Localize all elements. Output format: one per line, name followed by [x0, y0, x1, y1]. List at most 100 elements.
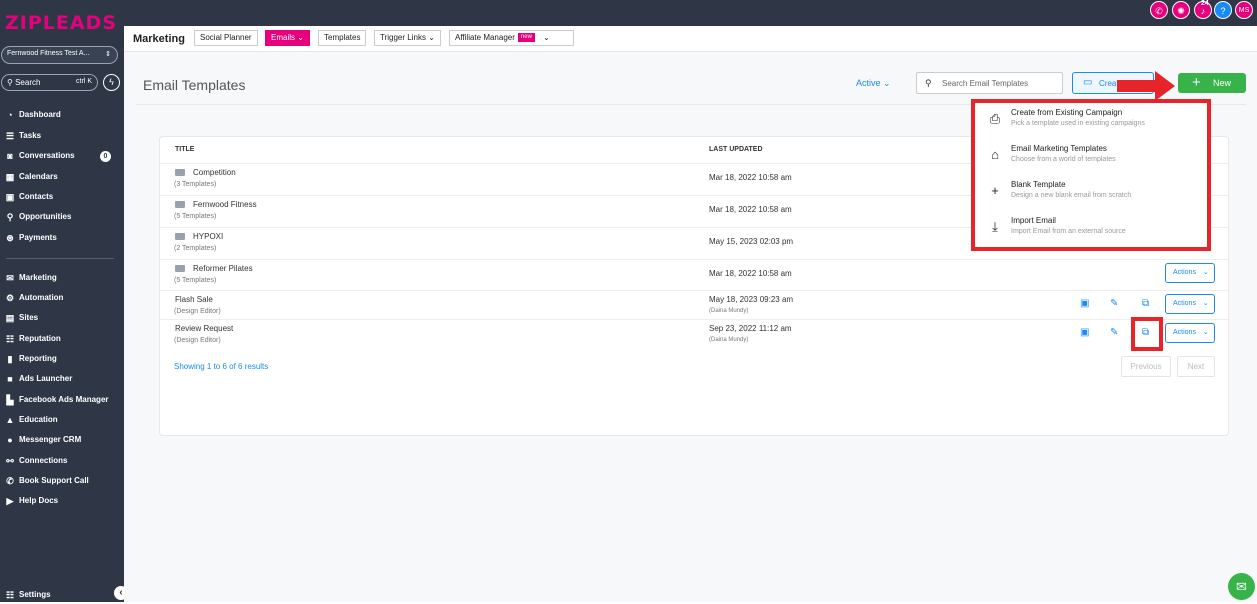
last-updated-date: May 15, 2023 02:03 pm — [709, 237, 794, 246]
megaphone-icon[interactable]: ✺ — [1172, 1, 1190, 19]
sidebar-item-help-docs[interactable]: ▶ Help Docs — [0, 492, 124, 510]
chevron-down-icon: ⌄ — [428, 33, 435, 42]
sidebar-item-payments[interactable]: ⊛ Payments — [0, 229, 124, 247]
preview-icon[interactable]: ▣ — [1080, 327, 1089, 338]
search-input[interactable]: ⚲ Search Email Templates — [916, 72, 1063, 94]
table-row[interactable] — [160, 259, 1228, 290]
automation-icon: ⚙ — [5, 293, 15, 303]
sidebar-item-connections[interactable]: ⚯ Connections — [0, 452, 124, 470]
sidebar-item-book-support-call[interactable]: ✆ Book Support Call — [0, 472, 124, 490]
sidebar-item-sites[interactable]: ▤ Sites — [0, 309, 124, 327]
template-name[interactable]: Fernwood Fitness — [175, 200, 257, 209]
template-name[interactable]: Flash Sale — [175, 295, 213, 304]
folder-icon — [175, 265, 185, 273]
menu-item-create-from-existing-campaign[interactable]: ⎙ Create from Existing Campaign Pick a tem… — [975, 103, 1207, 139]
sidebar-item-messenger-crm[interactable]: ● Messenger CRM — [0, 431, 124, 449]
last-updated-date: Sep 23, 2022 11:12 am — [709, 324, 792, 333]
messenger-icon: ● — [7, 435, 13, 445]
facebook-ads-icon: ▙ — [6, 395, 14, 405]
section-title: Marketing — [133, 33, 185, 45]
education-icon: ▲ — [5, 415, 15, 425]
help-icon[interactable]: ? — [1214, 1, 1232, 19]
avatar[interactable]: MS — [1235, 1, 1253, 19]
menu-item-blank-template[interactable]: + Blank Template Design a new blank email … — [975, 175, 1207, 211]
template-name[interactable]: Reformer Pilates — [175, 264, 253, 273]
annotation-arrow — [1117, 71, 1175, 101]
sidebar-item-label: Book Support Call — [19, 476, 89, 485]
menu-item-email-marketing-templates[interactable]: ⌂ Email Marketing Templates Choose from a … — [975, 139, 1207, 175]
sidebar-item-automation[interactable]: ⚙ Automation — [0, 289, 124, 307]
marketing-icon: ✉ — [6, 273, 14, 283]
sidebar-item-dashboard[interactable]: ◔ Dashboard — [0, 106, 124, 124]
account-switcher[interactable]: Fernwood Fitness Test A... ⇕ — [1, 46, 118, 64]
phone-icon[interactable]: ✆ — [1150, 1, 1168, 19]
edit-icon[interactable]: ✎ — [1110, 327, 1118, 338]
menu-item-import-email[interactable]: ⤓ Import Email Import Email from an extern… — [975, 211, 1207, 247]
sidebar-item-label: Marketing — [19, 273, 57, 282]
sidebar-item-calendars[interactable]: ▦ Calendars — [0, 168, 124, 186]
new-button[interactable]: + New — [1178, 73, 1246, 93]
previous-button[interactable]: Previous — [1121, 356, 1171, 377]
menu-item-description: Choose from a world of templates — [1011, 156, 1116, 163]
table-row[interactable] — [160, 319, 1228, 348]
folder-icon — [175, 201, 185, 209]
tab-emails[interactable]: Emails ⌄ — [265, 30, 310, 46]
sidebar-item-label: Education — [19, 415, 58, 424]
template-name[interactable]: HYPOXI — [175, 232, 223, 241]
menu-item-title: Email Marketing Templates — [1011, 144, 1107, 153]
quick-action-icon[interactable]: ϟ — [103, 74, 120, 91]
chat-widget-icon[interactable]: ✉ — [1228, 573, 1255, 600]
sidebar-item-facebook-ads-manager[interactable]: ▙ Facebook Ads Manager — [0, 391, 124, 409]
template-subtitle: (Design Editor) — [174, 308, 221, 315]
table-row[interactable] — [160, 290, 1228, 319]
sidebar-item-education[interactable]: ▲ Education — [0, 411, 124, 429]
template-name[interactable]: Review Request — [175, 324, 233, 333]
sidebar-item-label: Ads Launcher — [19, 374, 73, 383]
opportunities-icon: ⚲ — [6, 212, 14, 222]
copy-icon[interactable]: ⧉ — [1142, 298, 1149, 309]
next-button[interactable]: Next — [1177, 356, 1215, 377]
edit-icon[interactable]: ✎ — [1110, 298, 1118, 309]
tab-social-planner[interactable]: Social Planner — [194, 30, 258, 46]
sidebar-item-tasks[interactable]: ☰ Tasks — [0, 127, 124, 145]
template-name[interactable]: Competition — [175, 168, 236, 177]
tab-affiliate-manager[interactable]: Affiliate Manager new ⌄ — [449, 30, 574, 46]
logo: ZIPLEADS — [5, 12, 118, 34]
sidebar-item-label: Opportunities — [19, 212, 72, 221]
sidebar-item-settings[interactable]: ☷ Settings — [0, 586, 124, 604]
sidebar-item-contacts[interactable]: ▣ Contacts — [0, 188, 124, 206]
plus-icon: + — [1192, 74, 1201, 91]
tab-templates[interactable]: Templates — [318, 30, 367, 46]
sidebar-item-marketing[interactable]: ✉ Marketing — [0, 269, 124, 287]
highlight-box — [1131, 317, 1163, 351]
sidebar-item-conversations[interactable]: ◙ Conversations 0 — [0, 147, 124, 165]
tab-label: Emails — [271, 33, 296, 42]
preview-icon[interactable]: ▣ — [1080, 298, 1089, 309]
sidebar-item-label: Conversations — [19, 151, 75, 160]
template-subtitle: (5 Templates) — [174, 277, 217, 284]
row-title: Competition — [193, 168, 236, 177]
chevron-down-icon: ⌄ — [883, 78, 891, 88]
sidebar-item-reporting[interactable]: ▮ Reporting — [0, 350, 124, 368]
actions-dropdown[interactable]: Actions ⌄ — [1165, 323, 1215, 343]
sidebar-search[interactable]: ⚲ Search ctrl K — [1, 74, 98, 91]
tasks-icon: ☰ — [5, 131, 15, 141]
sidebar-item-label: Payments — [19, 233, 57, 242]
tab-trigger-links[interactable]: Trigger Links ⌄ — [374, 30, 441, 46]
chevron-updown-icon: ⇕ — [105, 51, 111, 58]
last-updated-date: Mar 18, 2022 10:58 am — [709, 269, 792, 278]
status-filter[interactable]: Active ⌄ — [856, 78, 891, 89]
tab-label: Affiliate Manager — [455, 33, 515, 42]
chevron-down-icon: ⌄ — [543, 33, 550, 42]
template-subtitle: (5 Templates) — [174, 213, 217, 220]
row-title: Reformer Pilates — [193, 264, 253, 273]
sidebar-item-reputation[interactable]: ☷ Reputation — [0, 330, 124, 348]
row-title: HYPOXI — [193, 232, 224, 241]
reputation-icon: ☷ — [5, 334, 15, 344]
actions-dropdown[interactable]: Actions ⌄ — [1165, 263, 1215, 283]
sidebar-item-ads-launcher[interactable]: ■ Ads Launcher — [0, 370, 124, 388]
sidebar-item-opportunities[interactable]: ⚲ Opportunities — [0, 208, 124, 226]
actions-dropdown[interactable]: Actions ⌄ — [1165, 294, 1215, 314]
search-placeholder: Search Email Templates — [942, 79, 1029, 88]
sidebar-item-label: Tasks — [19, 131, 42, 140]
